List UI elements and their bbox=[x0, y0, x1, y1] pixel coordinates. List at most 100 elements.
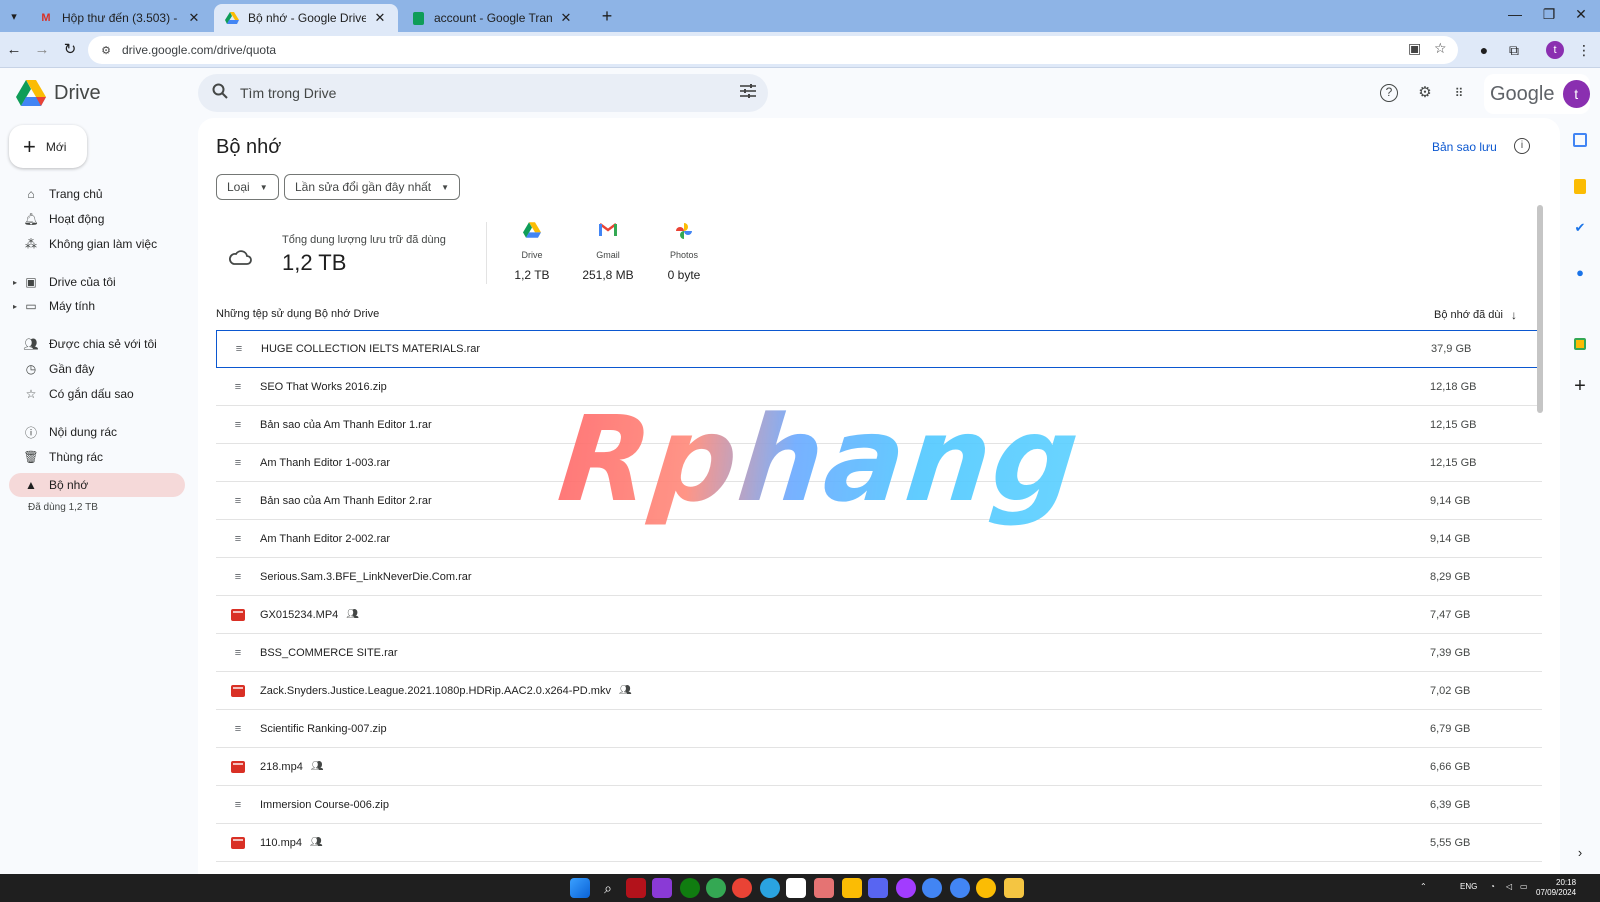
sidebar-item-trash[interactable]: 🗑︎ Thùng rác bbox=[9, 445, 185, 469]
total-storage-label: Tổng dung lượng lưu trữ đã dùng bbox=[282, 234, 446, 246]
calendar-icon[interactable] bbox=[1570, 130, 1590, 150]
volume-icon[interactable]: ◁ bbox=[1506, 882, 1512, 891]
app-icon[interactable] bbox=[786, 878, 806, 898]
windows-start-icon[interactable] bbox=[570, 878, 590, 898]
keep-icon[interactable] bbox=[1570, 176, 1590, 196]
chrome-icon[interactable] bbox=[950, 878, 970, 898]
site-info-icon[interactable]: ⚙ bbox=[96, 44, 116, 57]
close-tab-icon[interactable]: ✕ bbox=[372, 10, 388, 26]
minimize-icon[interactable]: — bbox=[1500, 6, 1530, 26]
xbox-icon[interactable] bbox=[680, 878, 700, 898]
tab-gmail[interactable]: M Hộp thư đến (3.503) - thangdq ✕ bbox=[28, 4, 212, 32]
file-name: Bản sao của Am Thanh Editor 2.rar bbox=[260, 494, 432, 507]
browser-menu-icon[interactable]: ⋮ bbox=[1574, 40, 1594, 60]
search-icon[interactable]: ⌕ bbox=[598, 878, 618, 898]
drive-logo-icon bbox=[16, 80, 46, 106]
contacts-icon[interactable]: ● bbox=[1570, 262, 1590, 282]
reload-icon[interactable]: ↻ bbox=[60, 40, 80, 60]
chrome-icon[interactable] bbox=[922, 878, 942, 898]
close-tab-icon[interactable]: ✕ bbox=[558, 10, 574, 26]
google-wordmark: Google bbox=[1490, 82, 1555, 105]
tab-search-chevron-icon[interactable]: ▾ bbox=[4, 6, 24, 26]
extensions-puzzle-icon[interactable]: ⧉ bbox=[1504, 40, 1524, 60]
sidebar-item-recent[interactable]: ◷ Gần đây bbox=[9, 357, 185, 381]
bookmark-star-icon[interactable]: ☆ bbox=[1434, 40, 1447, 57]
new-button[interactable]: + Mới bbox=[9, 125, 87, 168]
browser-profile-avatar[interactable]: t bbox=[1546, 41, 1564, 59]
sidebar-item-computers[interactable]: ▸ ▭ Máy tính bbox=[9, 294, 185, 318]
file-row[interactable]: 110.mp4 👥︎ 5,55 GB bbox=[216, 824, 1542, 862]
expand-caret-icon[interactable]: ▸ bbox=[13, 302, 17, 311]
sidebar-item-spam[interactable]: ⓘ Nội dung rác bbox=[9, 420, 185, 444]
tray-chevron-icon[interactable]: ⌃ bbox=[1420, 882, 1427, 891]
app-icon[interactable] bbox=[626, 878, 646, 898]
account-avatar[interactable]: t bbox=[1562, 80, 1590, 108]
wifi-icon[interactable]: ◔ bbox=[1490, 882, 1495, 891]
settings-gear-icon[interactable]: ⚙ bbox=[1414, 82, 1436, 104]
sidebar-item-workspaces[interactable]: ⁂ Không gian làm việc bbox=[9, 232, 185, 256]
file-row[interactable]: GX015234.MP4 👥︎ 7,47 GB bbox=[216, 596, 1542, 634]
chrome-icon[interactable] bbox=[732, 878, 752, 898]
sidebar-item-storage[interactable]: ▲ Bộ nhớ bbox=[9, 473, 185, 497]
expand-caret-icon[interactable]: ▸ bbox=[13, 278, 17, 287]
chrome-icon[interactable] bbox=[706, 878, 726, 898]
new-tab-button[interactable]: + bbox=[596, 6, 618, 26]
file-explorer-icon[interactable] bbox=[1004, 878, 1024, 898]
app-name: Drive bbox=[54, 81, 101, 104]
file-name: BSS_COMMERCE SITE.rar bbox=[260, 646, 398, 659]
info-icon[interactable]: i bbox=[1514, 138, 1530, 154]
chevron-right-icon[interactable]: › bbox=[1570, 842, 1590, 862]
drive-logo[interactable]: Drive bbox=[16, 80, 101, 106]
file-row[interactable]: ≡ Serious.Sam.3.BFE_LinkNeverDie.Com.rar 8… bbox=[216, 558, 1542, 596]
file-row[interactable]: ≡ Immersion Course-006.zip 6,39 GB bbox=[216, 786, 1542, 824]
file-row[interactable]: Zack.Snyders.Justice.League.2021.1080p.H… bbox=[216, 672, 1542, 710]
app-icon[interactable] bbox=[842, 878, 862, 898]
search-icon[interactable] bbox=[212, 83, 228, 104]
extension-cookie-icon[interactable]: ● bbox=[1474, 40, 1494, 60]
close-window-icon[interactable]: ✕ bbox=[1566, 6, 1596, 26]
backup-link[interactable]: Bản sao lưu bbox=[1432, 140, 1497, 154]
file-size: 7,39 GB bbox=[1430, 646, 1471, 659]
tasks-icon[interactable]: ✔ bbox=[1570, 218, 1590, 238]
app-icon[interactable] bbox=[652, 878, 672, 898]
tab-drive-storage[interactable]: Bộ nhớ - Google Drive ✕ bbox=[214, 4, 398, 32]
tab-sheets[interactable]: account - Google Trang tính ✕ bbox=[400, 4, 584, 32]
sidebar-item-my-drive[interactable]: ▸ ▣ Drive của tôi bbox=[9, 270, 185, 294]
scrollbar[interactable] bbox=[1537, 205, 1543, 413]
help-icon[interactable]: ? bbox=[1380, 84, 1398, 102]
file-row[interactable]: ≡ Scientific Ranking-007.zip 6,79 GB bbox=[216, 710, 1542, 748]
sort-down-arrow-icon[interactable]: ↓ bbox=[1511, 308, 1517, 322]
search-bar[interactable]: Tìm trong Drive bbox=[198, 74, 768, 112]
telegram-icon[interactable] bbox=[760, 878, 780, 898]
addon-icon[interactable] bbox=[1570, 334, 1590, 354]
type-filter-chip[interactable]: Loại ▼ bbox=[216, 174, 279, 200]
sidebar-item-shared-with-me[interactable]: 👥︎ Được chia sẻ với tôi bbox=[9, 332, 185, 356]
search-input[interactable]: Tìm trong Drive bbox=[240, 85, 728, 101]
get-addons-plus-icon[interactable]: + bbox=[1570, 375, 1590, 397]
file-row[interactable]: ≡ HUGE COLLECTION IELTS MATERIALS.rar 37,9… bbox=[216, 330, 1542, 368]
restore-icon[interactable]: ❐ bbox=[1534, 6, 1564, 26]
sidebar-item-activity[interactable]: 🔔︎ Hoạt động bbox=[9, 207, 185, 231]
install-app-icon[interactable]: ▣ bbox=[1408, 40, 1421, 57]
app-icon[interactable] bbox=[814, 878, 834, 898]
size-column-header[interactable]: Bộ nhớ đã dùi ↓ bbox=[1434, 308, 1517, 322]
close-tab-icon[interactable]: ✕ bbox=[186, 10, 202, 26]
battery-icon[interactable]: ▭ bbox=[1520, 882, 1528, 891]
messenger-icon[interactable] bbox=[896, 878, 916, 898]
apps-grid-icon[interactable]: ⠿ bbox=[1448, 82, 1470, 104]
sidebar-item-label: Được chia sẻ với tôi bbox=[49, 337, 157, 351]
system-clock[interactable]: 20:18 07/09/2024 bbox=[1536, 878, 1576, 898]
google-account-badge[interactable]: Google t bbox=[1484, 74, 1590, 114]
language-indicator[interactable]: ENG bbox=[1460, 882, 1477, 891]
discord-icon[interactable] bbox=[868, 878, 888, 898]
file-row[interactable]: ≡ BSS_COMMERCE SITE.rar 7,39 GB bbox=[216, 634, 1542, 672]
chrome-icon[interactable] bbox=[976, 878, 996, 898]
modified-filter-chip[interactable]: Lần sửa đổi gần đây nhất ▼ bbox=[284, 174, 461, 200]
file-row[interactable]: 218.mp4 👥︎ 6,66 GB bbox=[216, 748, 1542, 786]
sidebar-item-home[interactable]: ⌂ Trang chủ bbox=[9, 182, 185, 206]
back-icon[interactable]: ← bbox=[4, 40, 24, 60]
sidebar-item-starred[interactable]: ☆ Có gắn dấu sao bbox=[9, 382, 185, 406]
forward-icon[interactable]: → bbox=[32, 40, 52, 60]
address-bar[interactable]: ⚙ drive.google.com/drive/quota ▣ ☆ bbox=[88, 36, 1458, 64]
search-options-icon[interactable] bbox=[728, 83, 768, 103]
